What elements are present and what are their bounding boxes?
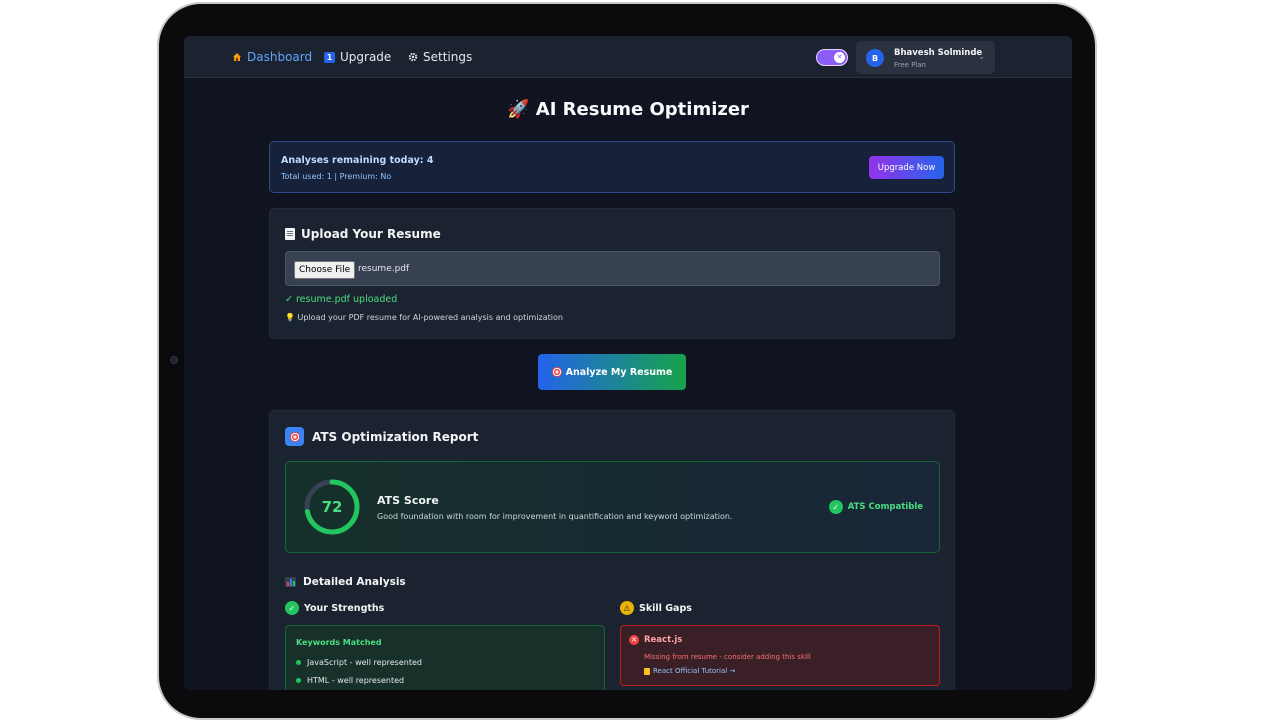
ats-score-title: ATS Score: [377, 494, 439, 507]
upload-hint: 💡 Upload your PDF resume for AI-powered …: [285, 313, 563, 322]
skill-gap-link[interactable]: React Official Tutorial →: [644, 667, 735, 675]
quota-remaining: Analyses remaining today: 4: [281, 155, 434, 166]
user-name: Bhavesh Solminde: [894, 48, 983, 58]
strengths-heading: ✓ Your Strengths: [285, 601, 384, 615]
user-menu[interactable]: B Bhavesh Solminde Free Plan ⌄: [856, 41, 995, 74]
book-icon: [644, 667, 650, 675]
upload-card: Upload Your Resume Choose File resume.pd…: [269, 208, 955, 339]
target-icon: [551, 367, 562, 377]
upgrade-now-button[interactable]: Upgrade Now: [869, 156, 944, 179]
skill-gap-title: ✕ React.js: [629, 635, 682, 645]
gear-icon: [407, 52, 418, 63]
rocket-icon: 🚀: [507, 99, 530, 120]
ats-compatible-badge: ✓ ATS Compatible: [828, 500, 923, 514]
detailed-analysis-heading: Detailed Analysis: [285, 576, 406, 588]
list-item: JavaScript - well represented: [296, 658, 422, 667]
app-screen: Dashboard 1 Upgrade Settings ✕ B Bhavesh…: [184, 36, 1072, 690]
selected-file-name: resume.pdf: [358, 264, 410, 274]
camera-dot: [170, 356, 178, 364]
list-item: HTML - well represented: [296, 676, 404, 685]
bullet-icon: [296, 678, 301, 683]
strengths-box: Keywords Matched JavaScript - well repre…: [285, 625, 605, 690]
keywords-matched-title: Keywords Matched: [296, 638, 382, 647]
upload-hint-text: Upload your PDF resume for AI-powered an…: [297, 313, 563, 322]
close-icon: ✕: [629, 635, 639, 645]
user-plan: Free Plan: [894, 61, 926, 69]
skill-gap-description: Missing from resume - consider adding th…: [644, 653, 811, 661]
upload-status: ✓ resume.pdf uploaded: [285, 294, 398, 305]
skill-gaps-heading-text: Skill Gaps: [639, 602, 692, 614]
report-card: ATS Optimization Report 72 ATS Score Goo…: [269, 410, 955, 690]
file-input[interactable]: Choose File resume.pdf: [285, 251, 940, 286]
detailed-analysis-text: Detailed Analysis: [303, 576, 406, 588]
upgrade-icon: 1: [324, 51, 335, 63]
skill-gap-item: ✕ React.js Missing from resume - conside…: [620, 625, 940, 686]
score-value: 72: [321, 498, 343, 516]
document-icon: [285, 228, 295, 240]
ats-score-description: Good foundation with room for improvemen…: [377, 512, 733, 521]
analyze-label: Analyze My Resume: [565, 366, 673, 378]
avatar: B: [866, 49, 884, 67]
strength-text: HTML - well represented: [307, 676, 405, 685]
nav-dashboard[interactable]: Dashboard: [231, 50, 312, 64]
top-nav: Dashboard 1 Upgrade Settings ✕ B Bhavesh…: [184, 36, 1072, 78]
choose-file-button[interactable]: Choose File: [294, 261, 356, 279]
ats-score-box: 72 ATS Score Good foundation with room f…: [285, 461, 940, 553]
lightbulb-icon: 💡: [285, 313, 295, 322]
skill-gap-link-text: React Official Tutorial →: [653, 667, 736, 675]
quota-details: Total used: 1 | Premium: No: [281, 172, 392, 181]
warning-icon: ⚠: [620, 601, 634, 615]
strengths-heading-text: Your Strengths: [304, 602, 385, 614]
skill-gap-name: React.js: [644, 635, 683, 645]
bullet-icon: [296, 660, 301, 665]
nav-dashboard-label: Dashboard: [247, 50, 313, 64]
nav-upgrade[interactable]: 1 Upgrade: [324, 50, 391, 64]
quota-banner: Analyses remaining today: 4 Total used: …: [269, 141, 955, 193]
strength-text: JavaScript - well represented: [307, 658, 422, 667]
nav-upgrade-label: Upgrade: [340, 50, 392, 64]
check-icon: ✓: [285, 601, 299, 615]
page-title-text: AI Resume Optimizer: [535, 99, 749, 120]
report-heading: ATS Optimization Report: [285, 427, 478, 446]
toggle-knob-icon: ✕: [834, 51, 845, 63]
upload-heading-text: Upload Your Resume: [301, 227, 441, 241]
ats-compatible-label: ATS Compatible: [847, 502, 923, 512]
report-heading-text: ATS Optimization Report: [312, 429, 479, 444]
home-icon: [231, 52, 242, 63]
bar-chart-icon: [285, 577, 296, 587]
check-icon: ✓: [828, 500, 843, 514]
target-icon: [285, 427, 304, 446]
analyze-resume-button[interactable]: Analyze My Resume: [538, 354, 686, 390]
theme-toggle[interactable]: ✕: [816, 49, 848, 66]
upload-heading: Upload Your Resume: [285, 227, 441, 241]
skill-gaps-heading: ⚠ Skill Gaps: [620, 601, 692, 615]
nav-settings-label: Settings: [423, 50, 473, 64]
tablet-frame: Dashboard 1 Upgrade Settings ✕ B Bhavesh…: [157, 2, 1097, 720]
chevron-down-icon: ⌄: [978, 52, 985, 61]
page-title: 🚀 AI Resume Optimizer: [184, 99, 1072, 120]
nav-settings[interactable]: Settings: [407, 50, 472, 64]
